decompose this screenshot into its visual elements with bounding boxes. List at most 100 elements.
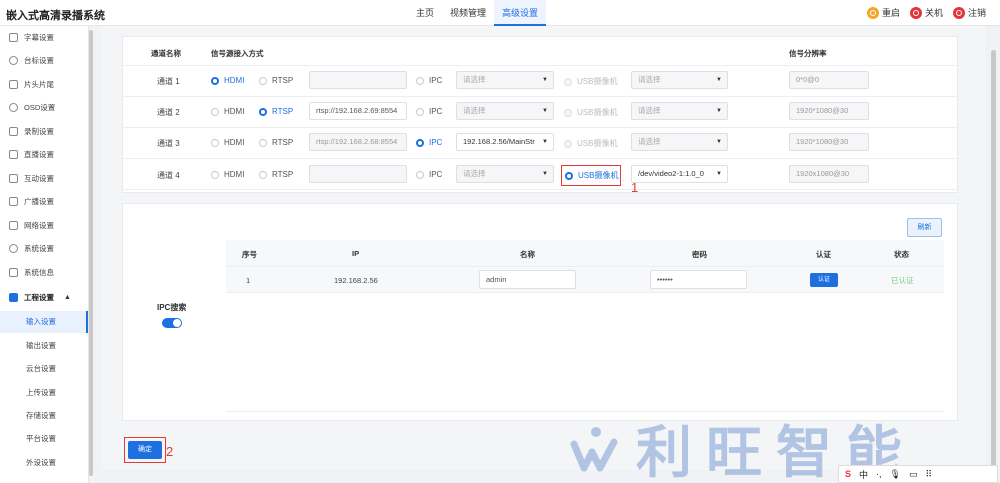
channel-2-rtsp-url-input[interactable]: rtsp://192.168.2.69:8554 xyxy=(309,102,407,120)
sidebar-item-interaction[interactable]: 互动设置 xyxy=(0,167,88,189)
sidebar-item-subtitle[interactable]: 字幕设置 xyxy=(0,26,88,48)
ipc-name-input[interactable]: admin xyxy=(479,270,576,289)
channel-3-usb-select[interactable]: 请选择 ▼ xyxy=(631,133,728,151)
sidebar-item-broadcast[interactable]: 广播设置 xyxy=(0,190,88,212)
radio-dot xyxy=(259,138,267,147)
row-divider xyxy=(122,65,958,66)
sidebar-sub-platform[interactable]: 平台设置 xyxy=(0,428,88,450)
channel-3-usb-radio[interactable]: USB摄像机 xyxy=(564,138,617,149)
channel-4-rtsp-radio[interactable]: RTSP xyxy=(259,170,293,179)
channel-2-usb-select[interactable]: 请选择 ▼ xyxy=(631,102,728,120)
sidebar-item-record[interactable]: 录制设置 xyxy=(0,120,88,142)
channel-1-rtsp-url-input[interactable] xyxy=(309,71,407,89)
tab-home[interactable]: 主页 xyxy=(408,0,442,26)
system-info-icon xyxy=(9,267,18,277)
sidebar-item-system-settings[interactable]: 系统设置 xyxy=(0,237,88,259)
power-icon xyxy=(909,6,922,19)
sidebar-item-intro-outro[interactable]: 片头片尾 xyxy=(0,73,88,95)
sidebar-item-label: 片头片尾 xyxy=(24,79,54,89)
header-resolution: 信号分辨率 xyxy=(789,49,827,58)
tab-video-management[interactable]: 视频管理 xyxy=(442,0,494,26)
channel-1-ipc-select[interactable]: 请选择 ▼ xyxy=(456,71,554,89)
col-status: 状态 xyxy=(894,250,909,259)
sidebar-sub-ptz[interactable]: 云台设置 xyxy=(0,358,88,380)
channel-3-name: 通道 3 xyxy=(157,139,180,148)
rtsp-label: RTSP xyxy=(272,76,294,85)
chevron-down-icon: ▼ xyxy=(542,171,548,177)
hdmi-label: HDMI xyxy=(224,138,245,147)
channel-1-usb-select[interactable]: 请选择 ▼ xyxy=(631,71,728,89)
channel-1-hdmi-radio[interactable]: HDMI xyxy=(211,76,244,85)
select-value: 请选择 xyxy=(638,106,661,115)
sidebar-item-system-info[interactable]: 系统信息 xyxy=(0,261,88,283)
row-divider xyxy=(122,189,958,190)
sidebar-sub-peripheral[interactable]: 外设设置 xyxy=(0,452,88,474)
tab-advanced-settings[interactable]: 高级设置 xyxy=(494,0,547,26)
restart-label: 重启 xyxy=(881,8,900,18)
logout-button[interactable]: 注销 xyxy=(952,6,986,19)
channel-1-rtsp-radio[interactable]: RTSP xyxy=(259,76,293,85)
interaction-icon xyxy=(9,173,18,183)
channel-1-usb-radio[interactable]: USB摄像机 xyxy=(564,76,617,87)
refresh-button[interactable]: 刷新 xyxy=(907,218,942,237)
channel-2-rtsp-radio[interactable]: RTSP xyxy=(259,107,293,116)
select-value: 请选择 xyxy=(463,106,486,115)
auth-button[interactable]: 认证 xyxy=(810,273,838,287)
sidebar-item-label: 字幕设置 xyxy=(24,32,54,42)
usb-label: USB摄像机 xyxy=(577,77,618,86)
keyboard-icon: ▭ xyxy=(908,468,918,479)
channel-4-ipc-radio[interactable]: IPC xyxy=(416,170,442,179)
watermark-logo xyxy=(570,427,618,472)
ipc-table-header: 序号 IP 名称 密码 认证 状态 xyxy=(226,240,944,266)
radio-dot xyxy=(211,138,219,147)
sidebar-scrollbar[interactable] xyxy=(89,30,93,476)
channel-2-ipc-radio[interactable]: IPC xyxy=(416,107,442,116)
channel-3-hdmi-radio[interactable]: HDMI xyxy=(211,138,244,147)
sidebar-item-live[interactable]: 直播设置 xyxy=(0,143,88,165)
ipc-password-input[interactable]: •••••• xyxy=(650,270,747,289)
main-scrollbar[interactable] xyxy=(991,50,996,468)
channel-4-ipc-select[interactable]: 请选择 ▼ xyxy=(456,165,554,183)
header-actions: 重启 关机 注销 xyxy=(866,6,986,19)
channel-1-ipc-radio[interactable]: IPC xyxy=(416,76,442,85)
channel-2-ipc-select[interactable]: 请选择 ▼ xyxy=(456,102,554,120)
radio-dot xyxy=(416,76,424,85)
ipc-table: 序号 IP 名称 密码 认证 状态 1 192.168.2.56 xyxy=(226,240,944,412)
col-password: 密码 xyxy=(692,250,707,259)
app-header: 嵌入式高清录播系统 主页 视频管理 高级设置 重启 关机 注销 xyxy=(0,0,1000,26)
select-value: 请选择 xyxy=(638,75,661,84)
channel-2-usb-radio[interactable]: USB摄像机 xyxy=(564,107,617,118)
select-value: 请选择 xyxy=(463,75,486,84)
ipc-search-label: IPC搜索 xyxy=(157,303,187,312)
channel-3-ipc-radio[interactable]: IPC xyxy=(416,138,442,147)
chevron-down-icon: ▼ xyxy=(716,171,722,177)
channel-4-usb-select[interactable]: /dev/video2-1:1.0_0 ▼ xyxy=(631,165,728,183)
sidebar-item-station-logo[interactable]: 台标设置 xyxy=(0,49,88,71)
channel-2-resolution: 1920*1080@30 xyxy=(789,102,869,120)
sidebar-sub-input[interactable]: 输入设置 xyxy=(0,311,88,333)
project-icon xyxy=(9,292,18,302)
sidebar-item-network[interactable]: 网络设置 xyxy=(0,214,88,236)
channel-4-hdmi-radio[interactable]: HDMI xyxy=(211,170,244,179)
sidebar-sub-storage[interactable]: 存储设置 xyxy=(0,405,88,427)
channel-2-hdmi-radio[interactable]: HDMI xyxy=(211,107,244,116)
channel-3-rtsp-url-input[interactable]: rtsp://192.168.2.68:8554 xyxy=(309,133,407,151)
input-method-bar[interactable]: S 中 ·, 🎙 ▭ ⠿ xyxy=(838,465,998,483)
channel-3-ipc-select[interactable]: 192.168.2.56/MainStr ▼ xyxy=(456,133,554,151)
ipc-search-toggle[interactable] xyxy=(162,318,182,328)
col-name: 名称 xyxy=(520,250,535,259)
channel-3-rtsp-radio[interactable]: RTSP xyxy=(259,138,293,147)
hdmi-label: HDMI xyxy=(224,170,245,179)
channel-4-rtsp-url-input[interactable] xyxy=(309,165,407,183)
sidebar-sub-output[interactable]: 输出设置 xyxy=(0,335,88,357)
shutdown-button[interactable]: 关机 xyxy=(909,6,943,19)
sidebar-item-label: 互动设置 xyxy=(24,173,54,183)
status-badge: 已认证 xyxy=(891,276,914,285)
rtsp-label: RTSP xyxy=(272,107,294,116)
sidebar-sub-upload[interactable]: 上传设置 xyxy=(0,382,88,404)
sidebar-item-project[interactable]: 工程设置 ▲ xyxy=(0,286,88,308)
sidebar-item-osd[interactable]: OSD设置 xyxy=(0,96,88,118)
ipc-label: IPC xyxy=(429,107,443,116)
radio-dot xyxy=(564,77,572,86)
restart-button[interactable]: 重启 xyxy=(866,6,900,19)
